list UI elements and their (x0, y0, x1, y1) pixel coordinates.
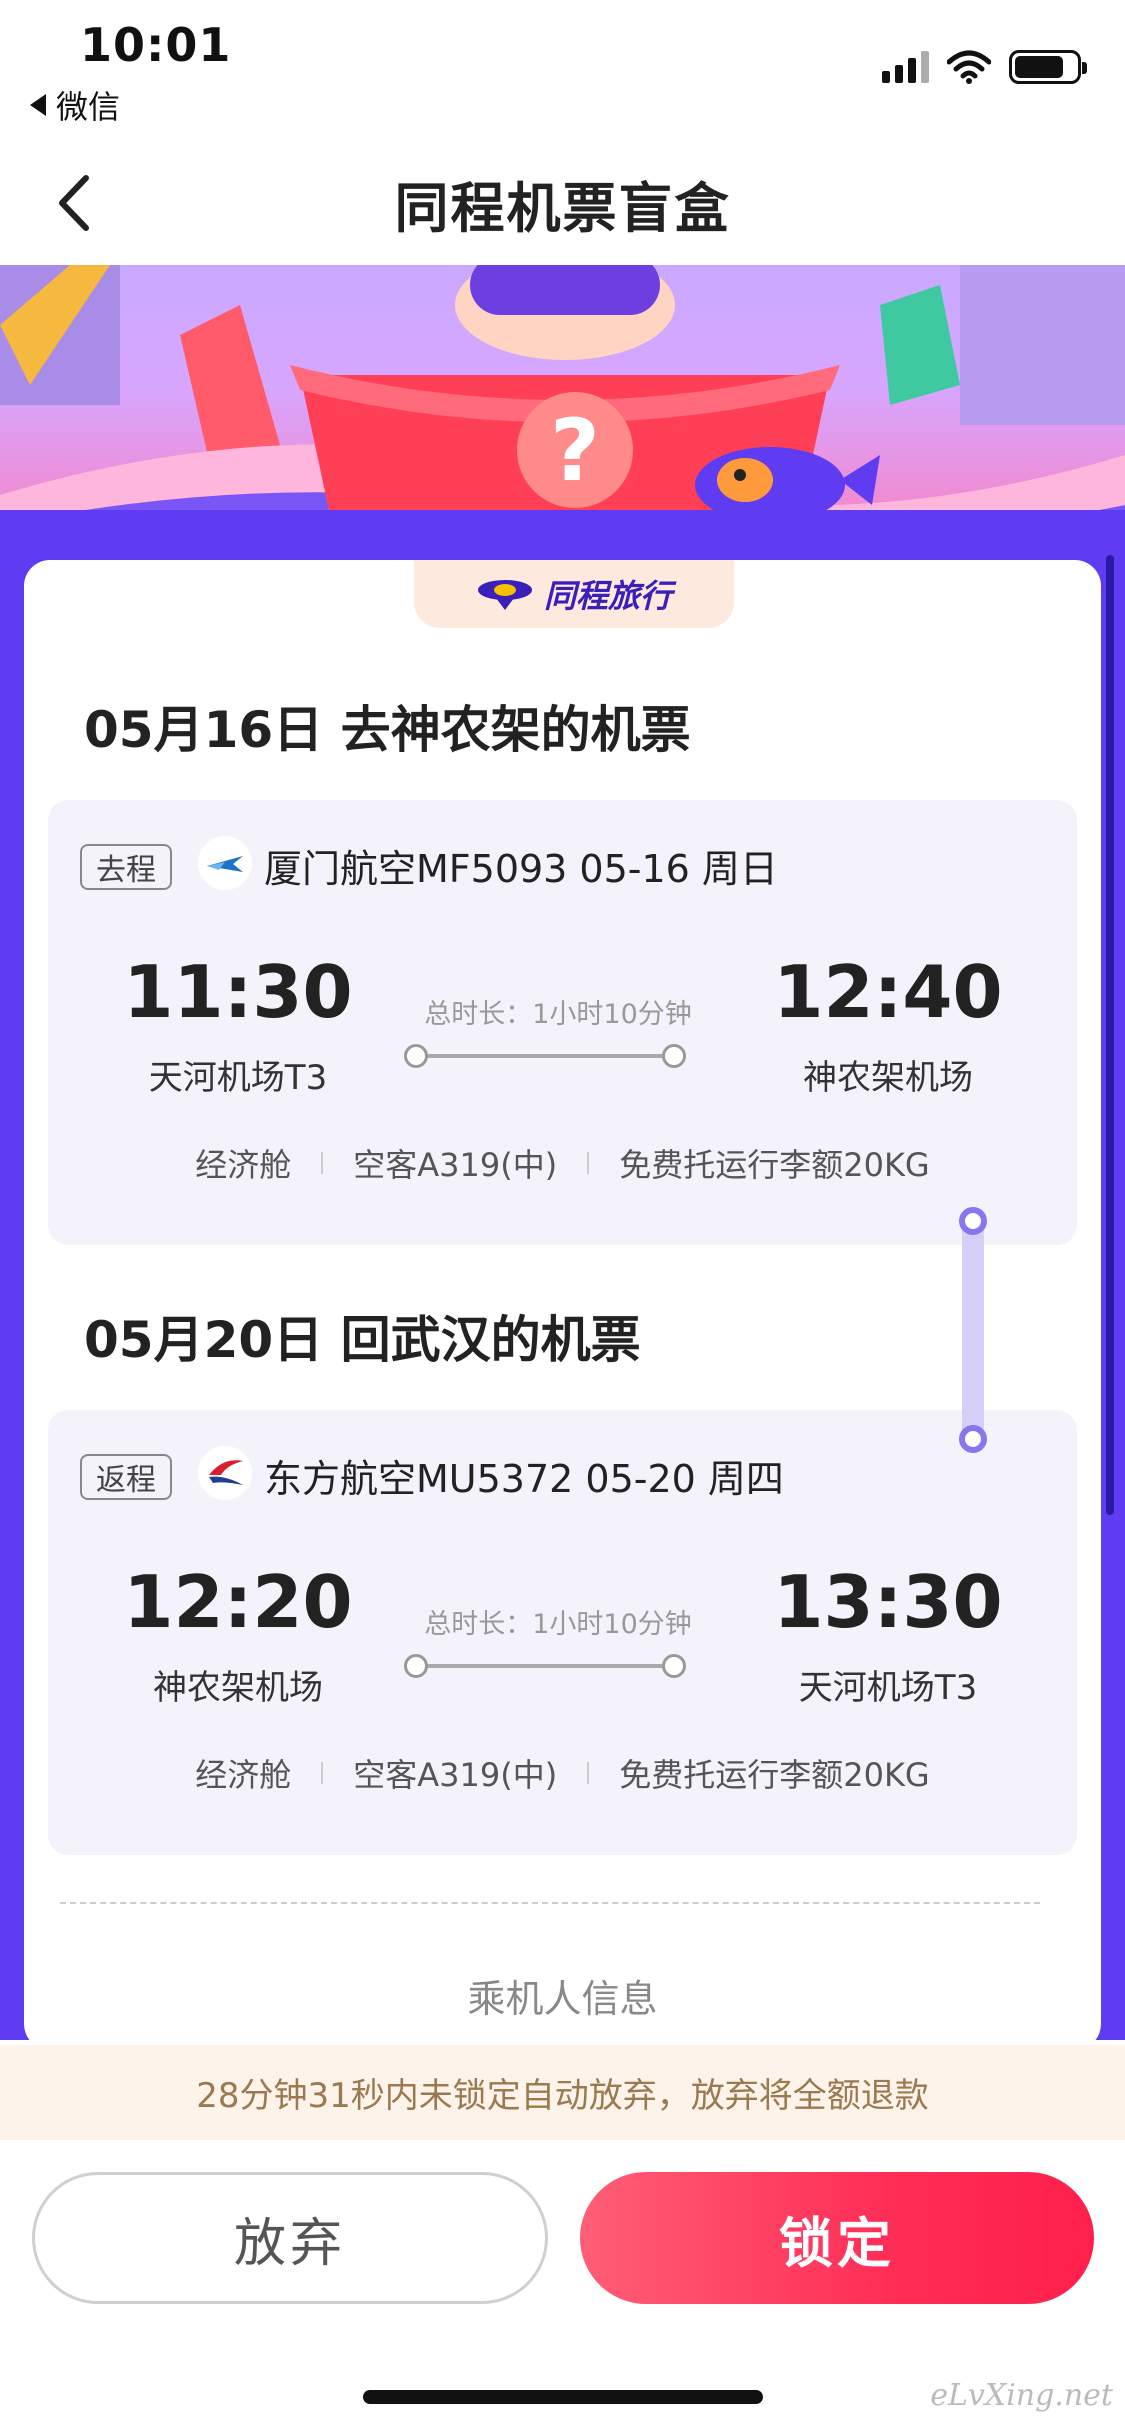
departure-airport: 天河机场T3 (148, 1058, 328, 1098)
return-flight-card[interactable]: 返程 东方航空MU5372 05-20 周四 12:20 神农架机场 总时长：1… (48, 1410, 1077, 1855)
passenger-info-label: 乘机人信息 (467, 1977, 658, 2021)
duration-start-dot (404, 1654, 428, 1678)
brand-name: 同程旅行 (543, 577, 672, 615)
duration-line (416, 1054, 674, 1058)
aircraft-type: 空客A319(中) (353, 1756, 558, 1794)
ticket-connector-icon (959, 1207, 987, 1453)
signal-icon (882, 51, 929, 83)
departure-time: 11:30 (123, 950, 353, 1034)
section-divider (60, 1902, 1040, 1904)
duration-line (416, 1664, 674, 1668)
page-title: 同程机票盲盒 (394, 177, 731, 240)
svg-text:?: ? (550, 401, 600, 501)
cabin-class: 经济舱 (195, 1146, 292, 1184)
back-app-label: 微信 (56, 88, 121, 126)
flight-duration: 总时长：1小时10分钟 (424, 999, 692, 1030)
home-indicator[interactable] (363, 2390, 763, 2404)
aircraft-type: 空客A319(中) (353, 1146, 558, 1184)
divider (587, 1762, 590, 1784)
arrival-airport: 天河机场T3 (798, 1668, 978, 1708)
trip-tag-return: 返程 (80, 1454, 172, 1500)
flight-details: 经济舱 空客A319(中) 免费托运行李额20KG (48, 1140, 1077, 1186)
battery-icon (1009, 50, 1087, 84)
scroll-indicator (1106, 555, 1114, 1515)
status-icons (882, 50, 1087, 84)
duration-end-dot (662, 1654, 686, 1678)
divider (321, 1152, 324, 1174)
flight-details: 经济舱 空客A319(中) 免费托运行李额20KG (48, 1750, 1077, 1796)
duration-start-dot (404, 1044, 428, 1068)
wifi-icon (947, 50, 991, 84)
arrival-time: 12:40 (773, 950, 1003, 1034)
baggage-allowance: 免费托运行李额20KG (619, 1146, 930, 1184)
baggage-allowance: 免费托运行李额20KG (619, 1756, 930, 1794)
cabin-class: 经济舱 (195, 1756, 292, 1794)
nav-bar: 同程机票盲盒 (0, 140, 1125, 265)
flight-duration: 总时长：1小时10分钟 (424, 1609, 692, 1640)
status-bar: 10:01 微信 (0, 0, 1125, 140)
airline-flight-info: 东方航空MU5372 05-20 周四 (264, 1457, 784, 1501)
duration-end-dot (662, 1044, 686, 1068)
airline-flight-info: 厦门航空MF5093 05-16 周日 (264, 847, 778, 891)
china-eastern-logo-icon (198, 1446, 252, 1500)
lock-button[interactable]: 锁定 (580, 2172, 1094, 2304)
departure-time: 12:20 (123, 1560, 353, 1644)
brand-tag: 同程旅行 (414, 560, 734, 628)
status-time: 10:01 (80, 18, 232, 72)
back-to-app-link[interactable]: 微信 (30, 82, 120, 128)
return-section-title: 05月20日 回武汉的机票 (84, 1311, 641, 1369)
outbound-section-title: 05月16日 去神农架的机票 (84, 701, 691, 759)
outbound-flight-card[interactable]: 去程 厦门航空MF5093 05-16 周日 11:30 天河机场T3 总时长：… (48, 800, 1077, 1245)
divider (321, 1762, 324, 1784)
watermark: eLvXing.net (930, 2378, 1113, 2413)
auto-abandon-notice: 28分钟31秒内未锁定自动放弃，放弃将全额退款 (0, 2045, 1125, 2140)
divider (587, 1152, 590, 1174)
trip-tag-outbound: 去程 (80, 844, 172, 890)
abandon-button[interactable]: 放弃 (32, 2172, 548, 2304)
arrival-time: 13:30 (773, 1560, 1003, 1644)
tongcheng-logo-icon (477, 580, 532, 610)
arrival-airport: 神农架机场 (803, 1058, 973, 1098)
xiamen-airlines-logo-icon (198, 836, 252, 890)
departure-airport: 神农架机场 (153, 1668, 323, 1708)
ticket-card: 同程旅行 05月16日 去神农架的机票 去程 厦门航空MF5093 05-16 … (24, 560, 1101, 2050)
back-triangle-icon (30, 94, 46, 116)
